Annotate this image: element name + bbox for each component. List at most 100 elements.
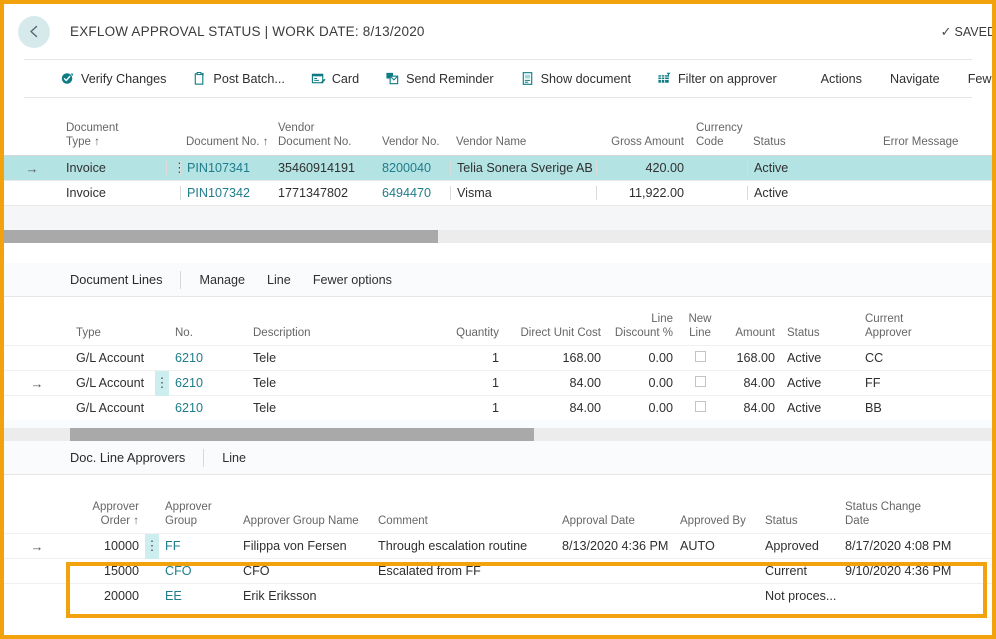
toolbar-card[interactable]: Card [311,71,372,86]
cell-description: Tele [247,376,435,390]
col-direct-unit-cost[interactable]: Direct Unit Cost [505,326,607,345]
documents-grid: Document Type ↑ Document No. ↑ Vendor Do… [4,98,992,206]
cell-quantity: 1 [435,351,505,365]
back-arrow-icon[interactable] [18,16,50,48]
scrollbar-thumb[interactable] [4,230,438,243]
table-row[interactable]: → Invoice ⋮ PIN107341 35460914191 820004… [4,156,992,181]
cell-approval-date: 8/13/2020 4:36 PM [556,539,674,553]
cell-current-approver: FF [859,376,951,390]
cell-current-approver: CC [859,351,951,365]
cell-approver-group-name: CFO [237,564,372,578]
cell-approver-group[interactable]: EE [159,589,237,603]
documents-grid-hscrollbar[interactable] [4,230,992,243]
col-line-discount-pct[interactable]: Line Discount % [607,312,679,345]
cell-vendor-no[interactable]: 6494470 [376,186,450,200]
col-status-change-date[interactable]: Status Change Date [839,500,959,533]
row-menu-icon[interactable]: ⋮ [166,161,180,175]
toolbar-navigate[interactable]: Navigate [890,72,940,86]
col-description[interactable]: Description [247,326,435,345]
cell-amount: 84.00 [721,376,781,390]
table-row[interactable]: 20000 EE Erik Eriksson Not proces... [4,583,992,608]
col-vendor-no[interactable]: Vendor No. [376,135,450,155]
cell-document-no[interactable]: PIN107341 [180,161,272,175]
cell-no[interactable]: 6210 [169,376,247,390]
col-status[interactable]: Status [747,135,877,155]
col-current-approver[interactable]: Current Approver [859,312,951,345]
row-indicator-arrow: → [26,161,39,176]
cell-no[interactable]: 6210 [169,351,247,365]
tab-divider [203,449,204,467]
cell-current-approver: BB [859,401,951,415]
checkbox-icon[interactable] [695,376,706,387]
toolbar-post-batch[interactable]: Post Batch... [192,71,297,86]
toolbar-send-reminder[interactable]: Send Reminder [385,71,507,86]
col-amount[interactable]: Amount [721,326,781,345]
table-row[interactable]: 15000 CFO CFO Escalated from FF Current … [4,558,992,583]
post-batch-icon [192,71,207,86]
col-document-no[interactable]: Document No. ↑ [180,135,272,155]
checkbox-icon[interactable] [695,401,706,412]
cell-line-status: Active [781,401,859,415]
row-menu-icon[interactable]: ⋮ [145,534,159,559]
toolbar-show-document[interactable]: Show document [520,71,644,86]
cell-approver-order: 10000 [70,539,145,553]
cell-new-line-checkbox[interactable] [679,351,721,365]
cell-status-change-date: 9/10/2020 4:36 PM [839,564,959,578]
col-new-line[interactable]: New Line [679,312,721,345]
col-comment[interactable]: Comment [372,514,556,533]
row-menu-icon[interactable]: ⋮ [155,371,169,396]
app-window: EXFLOW APPROVAL STATUS | WORK DATE: 8/13… [0,0,996,639]
line-approvers-title: Doc. Line Approvers [70,450,185,465]
col-error-message[interactable]: Error Message [877,135,987,155]
toolbar-filter-on-approver[interactable]: Filter on approver [657,71,790,86]
card-icon [311,71,326,86]
document-lines-hscrollbar[interactable] [4,428,992,441]
tab-fewer-options[interactable]: Fewer options [313,273,392,287]
col-vendor-name[interactable]: Vendor Name [450,135,596,155]
col-approved-by[interactable]: Approved By [674,514,759,533]
scrollbar-thumb[interactable] [70,428,534,441]
table-row[interactable]: G/L Account 6210 Tele 1 168.00 0.00 168.… [4,345,992,370]
cell-approver-group[interactable]: FF [159,539,237,553]
col-document-type[interactable]: Document Type ↑ [60,121,166,155]
toolbar-actions[interactable]: Actions [821,72,862,86]
col-approver-group[interactable]: Approver Group [159,500,237,533]
table-row[interactable]: G/L Account 6210 Tele 1 84.00 0.00 84.00… [4,395,992,420]
cell-amount: 168.00 [721,351,781,365]
cell-type: G/L Account [70,351,155,365]
cell-new-line-checkbox[interactable] [679,376,721,390]
col-approver-order[interactable]: Approver Order ↑ [70,500,145,533]
cell-approver-group[interactable]: CFO [159,564,237,578]
tab-manage[interactable]: Manage [199,273,245,287]
cell-no[interactable]: 6210 [169,401,247,415]
col-type[interactable]: Type [70,326,155,345]
toolbar-label: Verify Changes [81,72,166,86]
col-vendor-document-no[interactable]: Vendor Document No. [272,121,376,155]
cell-gross-amount: 11,922.00 [596,186,690,200]
table-row[interactable]: Invoice PIN107342 1771347802 6494470 Vis… [4,181,992,206]
cell-approver-status: Current [759,564,839,578]
table-row[interactable]: → 10000 ⋮ FF Filippa von Fersen Through … [4,533,992,558]
cell-vendor-name: Visma [450,186,596,200]
spacer [4,420,992,428]
col-line-status[interactable]: Status [781,326,859,345]
col-currency-code[interactable]: Currency Code [690,121,747,155]
toolbar-fewer-options[interactable]: Fewer optio [968,72,996,86]
tab-line[interactable]: Line [222,451,246,465]
col-quantity[interactable]: Quantity [435,326,505,345]
cell-document-no[interactable]: PIN107342 [180,186,272,200]
cell-description: Tele [247,401,435,415]
col-approver-status[interactable]: Status [759,514,839,533]
col-approval-date[interactable]: Approval Date [556,514,674,533]
cell-new-line-checkbox[interactable] [679,401,721,415]
toolbar-verify-changes[interactable]: Verify Changes [60,71,179,86]
table-row[interactable]: → G/L Account ⋮ 6210 Tele 1 84.00 0.00 8… [4,370,992,395]
col-gross-amount[interactable]: Gross Amount [596,135,690,155]
col-approver-group-name[interactable]: Approver Group Name [237,514,372,533]
cell-direct-unit-cost: 84.00 [505,376,607,390]
tab-line[interactable]: Line [267,273,291,287]
send-reminder-icon [385,71,400,86]
col-no[interactable]: No. [169,326,247,345]
cell-vendor-no[interactable]: 8200040 [376,161,450,175]
checkbox-icon[interactable] [695,351,706,362]
